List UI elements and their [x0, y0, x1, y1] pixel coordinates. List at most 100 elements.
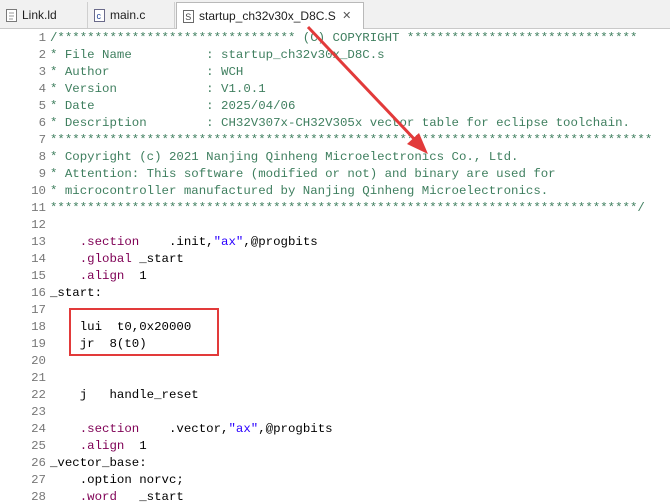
- assembly-file-icon: S: [183, 9, 195, 23]
- string-literal: "ax": [228, 422, 259, 436]
- code-line: 6 * Description : CH32V307x-CH32V305x vec…: [0, 115, 670, 132]
- line-number: 28: [31, 490, 46, 504]
- code-text: * File Name : startup_ch32v30x_D8C.s: [50, 48, 385, 62]
- line-number: 8: [38, 150, 46, 164]
- code-line: 8 * Copyright (c) 2021 Nanjing Qinheng Mi…: [0, 149, 670, 166]
- code-text: .align 1: [50, 268, 147, 285]
- code-line: 26 _vector_base:: [0, 455, 670, 472]
- code-line: 13 .section .init,"ax",@progbits: [0, 234, 670, 251]
- code-text: * Version : V1.0.1: [50, 82, 266, 96]
- line-number: 10: [31, 184, 46, 198]
- directive-flags: ,@progbits: [243, 235, 318, 249]
- code-line: 23: [0, 404, 670, 421]
- line-number: 20: [31, 354, 46, 368]
- code-text: * microcontroller manufactured by Nanjin…: [50, 184, 549, 198]
- line-number: 5: [38, 99, 46, 113]
- code-line: 28 .word _start: [0, 489, 670, 504]
- code-text: * Author : WCH: [50, 65, 244, 79]
- code-line: 27 .option norvc;: [0, 472, 670, 489]
- line-number: 18: [31, 320, 46, 334]
- code-text: .word _start: [50, 489, 184, 504]
- linker-file-icon: [6, 8, 18, 22]
- line-number: 12: [31, 218, 46, 232]
- code-text: _vector_base:: [50, 456, 147, 470]
- directive-keyword: .section: [79, 422, 140, 436]
- directive-args: _start: [116, 490, 184, 504]
- tab-label: main.c: [110, 8, 146, 22]
- directive-args: 1: [124, 269, 147, 283]
- code-text: .section .init,"ax",@progbits: [50, 234, 318, 251]
- line-number: 15: [31, 269, 46, 283]
- line-number: 19: [31, 337, 46, 351]
- line-number: 16: [31, 286, 46, 300]
- line-number: 7: [38, 133, 46, 147]
- editor-tab-bar: Link.ld c main.c S startup_ch32v30x_D8C.…: [0, 0, 670, 29]
- line-number: 21: [31, 371, 46, 385]
- string-literal: "ax": [213, 235, 244, 249]
- line-number: 24: [31, 422, 46, 436]
- code-line: 3 * Author : WCH: [0, 64, 670, 81]
- directive-args: .init,: [139, 235, 214, 249]
- code-text: j handle_reset: [50, 388, 199, 402]
- code-line: 15 .align 1: [0, 268, 670, 285]
- code-text: * Date : 2025/04/06: [50, 99, 296, 113]
- directive-keyword: .section: [79, 235, 140, 249]
- close-icon[interactable]: ✕: [341, 10, 353, 22]
- code-line: 7 ***************************************…: [0, 132, 670, 149]
- line-number: 14: [31, 252, 46, 266]
- directive-args: _start: [131, 252, 184, 266]
- tab-label: startup_ch32v30x_D8C.S: [199, 9, 336, 23]
- line-number: 26: [31, 456, 46, 470]
- c-source-file-icon: c: [94, 8, 106, 22]
- code-text: .section .vector,"ax",@progbits: [50, 421, 333, 438]
- code-text: .option norvc;: [50, 473, 184, 487]
- line-number: 1: [38, 31, 46, 45]
- code-line: 5 * Date : 2025/04/06: [0, 98, 670, 115]
- directive-keyword: .align: [79, 439, 125, 453]
- code-text: * Copyright (c) 2021 Nanjing Qinheng Mic…: [50, 150, 519, 164]
- tab-startup-s[interactable]: S startup_ch32v30x_D8C.S ✕: [176, 2, 364, 29]
- line-number: 4: [38, 82, 46, 96]
- code-line: 14 .global _start: [0, 251, 670, 268]
- directive-args: .vector,: [139, 422, 229, 436]
- highlight-box: [69, 308, 219, 356]
- code-text: .global _start: [50, 251, 184, 268]
- directive-flags: ,@progbits: [258, 422, 333, 436]
- code-line: 25 .align 1: [0, 438, 670, 455]
- directive-args: 1: [124, 439, 147, 453]
- svg-text:c: c: [97, 11, 102, 21]
- code-line: 21: [0, 370, 670, 387]
- code-line: 9 * Attention: This software (modified or…: [0, 166, 670, 183]
- code-line: 16 _start:: [0, 285, 670, 302]
- line-number: 27: [31, 473, 46, 487]
- code-text: /******************************** (C) CO…: [50, 31, 638, 45]
- tab-main-c[interactable]: c main.c: [88, 2, 175, 28]
- code-line: 4 * Version : V1.0.1: [0, 81, 670, 98]
- line-number: 17: [31, 303, 46, 317]
- code-line: 1 /******************************** (C) C…: [0, 30, 670, 47]
- tab-link-ld[interactable]: Link.ld: [0, 2, 88, 28]
- line-number: 11: [31, 201, 46, 215]
- tab-label: Link.ld: [22, 8, 57, 22]
- code-line: 11 **************************************…: [0, 200, 670, 217]
- code-editor[interactable]: 1 /******************************** (C) C…: [0, 29, 670, 504]
- code-text: .align 1: [50, 438, 147, 455]
- directive-keyword: .global: [79, 252, 132, 266]
- code-text: ****************************************…: [50, 201, 645, 215]
- line-number: 23: [31, 405, 46, 419]
- line-number: 3: [38, 65, 46, 79]
- code-line: 10 * microcontroller manufactured by Nanj…: [0, 183, 670, 200]
- line-number: 9: [38, 167, 46, 181]
- line-number: 13: [31, 235, 46, 249]
- code-text: ****************************************…: [50, 133, 653, 147]
- directive-keyword: .word: [79, 490, 117, 504]
- directive-keyword: .align: [79, 269, 125, 283]
- code-text: * Attention: This software (modified or …: [50, 167, 556, 181]
- line-number: 6: [38, 116, 46, 130]
